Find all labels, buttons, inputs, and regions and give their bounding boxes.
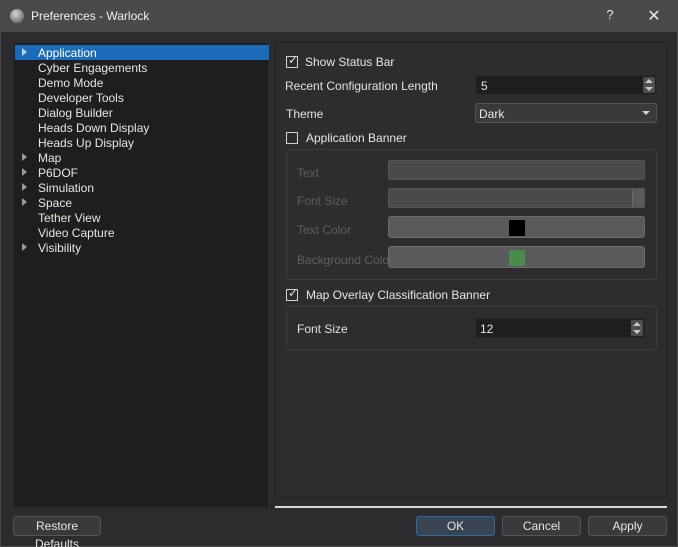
spin-down-icon[interactable] [645, 87, 653, 91]
tree-item-heads-down-display[interactable]: Heads Down Display [15, 120, 269, 135]
banner-text-color-label: Text Color [297, 223, 352, 237]
checkbox-box[interactable]: ✓ [286, 53, 299, 68]
recent-config-length-value: 5 [481, 79, 488, 93]
show-status-bar-checkbox[interactable]: ✓ Show Status Bar [286, 53, 395, 69]
banner-bg-color-button [388, 246, 645, 268]
tree-item-p6dof[interactable]: P6DOF [15, 165, 269, 180]
tree-item-cyber-engagements[interactable]: Cyber Engagements [15, 60, 269, 75]
spin-buttons[interactable] [631, 320, 643, 336]
tree-item-simulation[interactable]: Simulation [15, 180, 269, 195]
tree-item-label: Dialog Builder [38, 106, 113, 120]
expand-arrow-icon[interactable] [22, 243, 27, 251]
text-color-swatch [509, 220, 525, 236]
application-banner-checkbox[interactable]: Application Banner [286, 131, 407, 145]
tree-item-label: P6DOF [38, 166, 79, 180]
tree-item-application[interactable]: Application [15, 45, 269, 60]
tree-item-label: Heads Down Display [38, 121, 150, 135]
check-icon: ✓ [288, 53, 299, 67]
tree-item-label: Application [38, 46, 97, 60]
tree-item-label: Visibility [38, 241, 82, 255]
spin-up-icon[interactable] [645, 79, 653, 83]
help-button[interactable]: ? [604, 7, 616, 25]
tree-item-visibility[interactable]: Visibility [15, 240, 269, 255]
tree-item-heads-up-display[interactable]: Heads Up Display [15, 135, 269, 150]
recent-config-length-label: Recent Configuration Length [285, 79, 438, 93]
map-overlay-font-size-label: Font Size [297, 322, 348, 336]
banner-font-size-spinbox [388, 188, 645, 208]
tree-item-dialog-builder[interactable]: Dialog Builder [15, 105, 269, 120]
warlock-app-icon [10, 9, 24, 23]
expand-arrow-icon[interactable] [22, 153, 27, 161]
expand-arrow-icon[interactable] [22, 198, 27, 206]
checkbox-box[interactable]: ✓ [286, 286, 299, 301]
banner-bg-color-label: Background Color [297, 253, 394, 267]
chevron-down-icon [642, 111, 650, 115]
horizontal-scrollbar[interactable] [275, 506, 667, 508]
tree-item-label: Tether View [38, 211, 101, 225]
preferences-category-tree[interactable]: Application Cyber Engagements Demo Mode Dev… [13, 42, 269, 508]
tree-item-demo-mode[interactable]: Demo Mode [15, 75, 269, 90]
preferences-dialog: Preferences - Warlock ? ✕ Application Cyb… [0, 0, 678, 547]
banner-text-label: Text [297, 166, 320, 180]
tree-item-label: Space [38, 196, 73, 210]
spin-down-icon[interactable] [633, 330, 641, 334]
theme-label: Theme [286, 107, 324, 121]
tree-item-tether-view[interactable]: Tether View [15, 210, 269, 225]
theme-value: Dark [479, 107, 505, 121]
tree-item-label: Map [38, 151, 62, 165]
tree-item-label: Demo Mode [38, 76, 104, 90]
application-banner-group: Text Font Size Text Color Background Col… [286, 149, 657, 280]
expand-arrow-icon[interactable] [22, 183, 27, 191]
tree-item-map[interactable]: Map [15, 150, 269, 165]
expand-arrow-icon[interactable] [22, 168, 27, 176]
tree-item-label: Heads Up Display [38, 136, 135, 150]
apply-button[interactable]: Apply [588, 516, 667, 536]
tree-item-video-capture[interactable]: Video Capture [15, 225, 269, 240]
map-overlay-banner-label: Map Overlay Classification Banner [306, 288, 491, 302]
expand-arrow-icon[interactable] [22, 48, 27, 56]
restore-defaults-button[interactable]: Restore Defaults [13, 516, 101, 547]
tree-item-space[interactable]: Space [15, 195, 269, 210]
cancel-button[interactable]: Cancel [502, 516, 581, 536]
map-overlay-banner-checkbox[interactable]: ✓ Map Overlay Classification Banner [286, 286, 491, 302]
map-overlay-font-size-spinbox[interactable]: 12 [475, 318, 645, 338]
tree-item-label: Simulation [38, 181, 95, 195]
checkbox-box[interactable] [286, 132, 298, 144]
map-overlay-font-size-value: 12 [480, 322, 494, 336]
title-bar: Preferences - Warlock ? ✕ [1, 1, 677, 32]
application-settings-panel: ✓ Show Status Bar Recent Configuration L… [275, 42, 667, 498]
map-overlay-banner-group: Font Size 12 [286, 306, 657, 350]
show-status-bar-label: Show Status Bar [305, 55, 395, 69]
recent-config-length-spinbox[interactable]: 5 [475, 75, 657, 95]
banner-text-input [388, 160, 645, 180]
spin-buttons [632, 189, 644, 207]
spin-buttons[interactable] [643, 77, 655, 93]
ok-button[interactable]: OK [416, 516, 495, 536]
tree-item-developer-tools[interactable]: Developer Tools [15, 90, 269, 105]
background-color-swatch [509, 250, 525, 266]
theme-select[interactable]: Dark [475, 103, 657, 123]
application-banner-label: Application Banner [306, 131, 407, 145]
close-button[interactable]: ✕ [645, 6, 663, 26]
tree-item-label: Video Capture [38, 226, 115, 240]
tree-item-label: Cyber Engagements [38, 61, 148, 75]
check-icon: ✓ [288, 286, 299, 300]
banner-text-color-button [388, 216, 645, 238]
banner-font-size-label: Font Size [297, 194, 348, 208]
spin-up-icon[interactable] [633, 322, 641, 326]
tree-item-label: Developer Tools [38, 91, 124, 105]
window-title: Preferences - Warlock [31, 9, 150, 23]
